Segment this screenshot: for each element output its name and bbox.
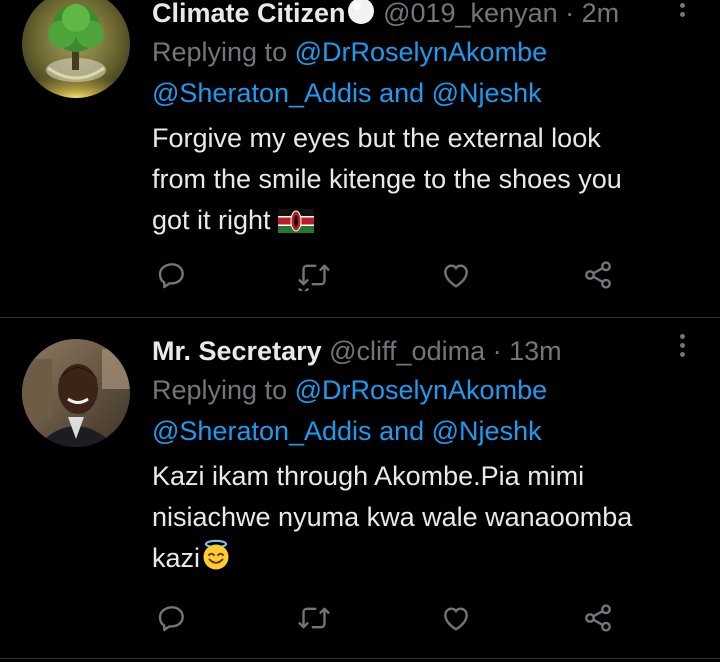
white-circle-icon bbox=[346, 0, 376, 36]
mention-link[interactable]: @Sheraton_Addis bbox=[152, 78, 372, 108]
tweet-text: Kazi ikam through Akombe.Pia mimi nisiac… bbox=[152, 456, 692, 583]
like-icon[interactable] bbox=[436, 598, 476, 638]
mention-link[interactable]: @DrRoselynAkombe bbox=[295, 37, 548, 67]
avatar[interactable] bbox=[22, 0, 130, 98]
replying-to: Replying to @DrRoselynAkombe bbox=[152, 32, 700, 73]
separator-dot: · bbox=[565, 0, 575, 28]
reply-icon[interactable] bbox=[152, 255, 192, 295]
more-options-icon[interactable] bbox=[676, 0, 688, 22]
timestamp[interactable]: 13m bbox=[509, 336, 562, 366]
share-icon[interactable] bbox=[578, 598, 618, 638]
kenya-flag-icon bbox=[278, 204, 315, 245]
mention-link[interactable]: @Njeshk bbox=[432, 78, 542, 108]
retweet-icon[interactable] bbox=[294, 598, 334, 638]
tweet-text-fragment: got it right bbox=[152, 205, 271, 235]
replying-to: Replying to @DrRoselynAkombe bbox=[152, 370, 700, 411]
user-handle[interactable]: @cliff_odima bbox=[329, 336, 485, 366]
tweet-text: Forgive my eyes but the external look fr… bbox=[152, 118, 692, 245]
retweet-icon[interactable] bbox=[294, 255, 334, 295]
mention-joiner[interactable]: and bbox=[379, 78, 424, 108]
share-icon[interactable] bbox=[578, 255, 618, 295]
tweet-text-line: Forgive my eyes but the external look bbox=[152, 123, 601, 153]
mention-link[interactable]: @Njeshk bbox=[432, 416, 542, 446]
tweet[interactable]: Mr. Secretary @cliff_odima · 13m Replyin… bbox=[0, 318, 720, 662]
profile-photo-image bbox=[22, 339, 130, 447]
tweet-actions bbox=[152, 255, 632, 295]
more-options-icon[interactable] bbox=[676, 334, 688, 362]
tweet-text-line-last: got it right bbox=[152, 200, 692, 245]
timestamp[interactable]: 2m bbox=[582, 0, 620, 28]
replying-to-continued: @Sheraton_Addis and @Njeshk bbox=[152, 411, 700, 452]
tweet-text-fragment: kazi bbox=[152, 543, 201, 573]
tweet-actions bbox=[152, 598, 632, 638]
tweet-header: Mr. Secretary @cliff_odima · 13m bbox=[152, 332, 700, 370]
replying-prefix: Replying to bbox=[152, 375, 288, 405]
tweet-text-line: nisiachwe nyuma kwa wale wanaoomba bbox=[152, 502, 633, 532]
display-name[interactable]: Mr. Secretary bbox=[152, 336, 322, 366]
like-icon[interactable] bbox=[436, 255, 476, 295]
tweet[interactable]: Climate Citizen @019_kenyan · 2m Replyin… bbox=[0, 0, 720, 317]
user-handle[interactable]: @019_kenyan bbox=[383, 0, 558, 28]
tweet-header: Climate Citizen @019_kenyan · 2m bbox=[152, 0, 700, 32]
tree-globe-image bbox=[22, 0, 130, 98]
reply-icon[interactable] bbox=[152, 598, 192, 638]
mention-link[interactable]: @Sheraton_Addis bbox=[152, 416, 372, 446]
display-name[interactable]: Climate Citizen bbox=[152, 0, 346, 28]
mention-link[interactable]: @DrRoselynAkombe bbox=[295, 375, 548, 405]
tweet-text-line: from the smile kitenge to the shoes you bbox=[152, 164, 622, 194]
tweet-divider bbox=[0, 658, 720, 659]
smiling-face-with-halo-icon bbox=[200, 539, 232, 583]
mention-joiner[interactable]: and bbox=[379, 416, 424, 446]
replying-to-continued: @Sheraton_Addis and @Njeshk bbox=[152, 73, 700, 114]
tweet-text-line: Kazi ikam through Akombe.Pia mimi bbox=[152, 461, 585, 491]
avatar[interactable] bbox=[22, 339, 130, 447]
replying-prefix: Replying to bbox=[152, 37, 288, 67]
tweet-text-line-last: kazi bbox=[152, 538, 692, 583]
separator-dot: · bbox=[492, 336, 502, 366]
